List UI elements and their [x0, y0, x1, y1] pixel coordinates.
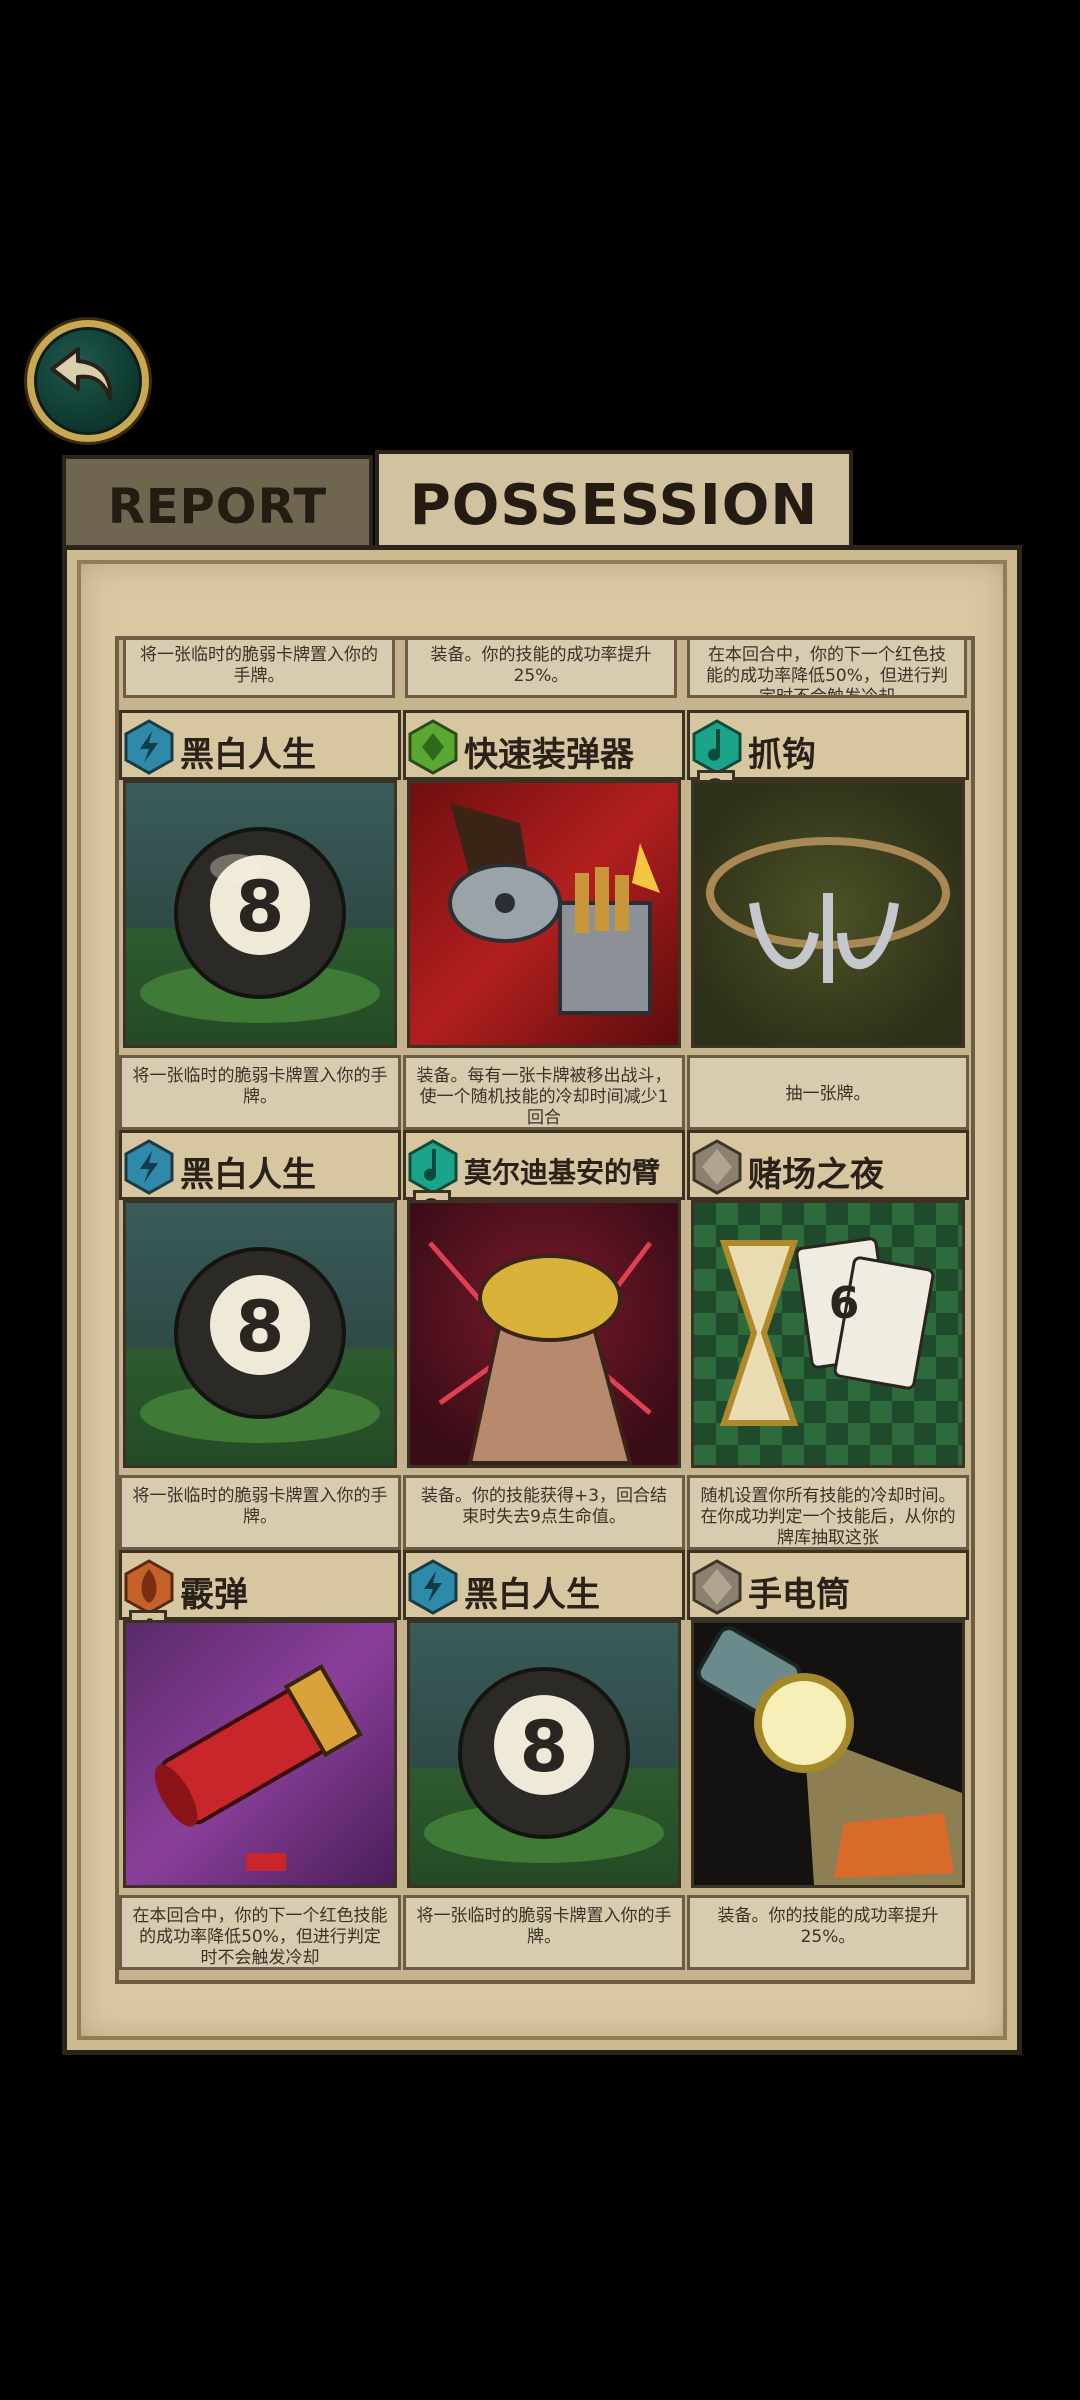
card-title: 黑白人生 [464, 1575, 600, 1615]
svg-text:6: 6 [829, 1278, 860, 1329]
card-art-arm [407, 1200, 681, 1468]
card-title: 手电筒 [748, 1575, 850, 1615]
card-description: 随机设置你所有技能的冷却时间。在你成功判定一个技能后，从你的牌库抽取这张 [687, 1475, 969, 1550]
card-description: 装备。你的技能的成功率提升25%。 [687, 1895, 969, 1970]
teal-music-note-gem-icon [692, 719, 742, 775]
card-description: 在本回合中，你的下一个红色技能的成功率降低50%，但进行判定时不会触发冷却 [119, 1895, 401, 1970]
card-description: 将一张临时的脆弱卡牌置入你的手牌。 [119, 1475, 401, 1550]
card-header: 黑白人生 [403, 1550, 685, 1620]
card-art-flashlight [691, 1620, 965, 1888]
card-art-casino: 6 [691, 1200, 965, 1468]
card-description: 抽一张牌。 [687, 1055, 969, 1130]
svg-text:8: 8 [236, 1286, 285, 1368]
tab-possession-label: POSSESSION [409, 473, 819, 538]
card-header: 黑白人生 [119, 1130, 401, 1200]
card-header: 黑白人生 [119, 710, 401, 780]
card-header: 赌场之夜 [687, 1130, 969, 1200]
card-art-shotgun-shell [123, 1620, 397, 1888]
card-title: 快速装弹器 [464, 735, 634, 775]
card-casino-night[interactable]: 赌场之夜 6 随机设置你所有技能的冷却时间。在你成功判定一个技能后，从你的牌库抽… [687, 1130, 969, 1550]
card-description: 将一张临时的脆弱卡牌置入你的手牌。 [119, 1055, 401, 1130]
teal-music-note-gem-icon [408, 1139, 458, 1195]
card-mordikian-arm[interactable]: 莫尔迪基安的臂 2 装备。你的技能获得+3，回合结束时失去9点生命值。 [403, 1130, 685, 1550]
card-description: 装备。每有一张卡牌被移出战斗，使一个随机技能的冷却时间减少1回合 [403, 1055, 685, 1130]
tab-report[interactable]: REPORT [62, 455, 373, 549]
blue-lightning-gem-icon [124, 719, 174, 775]
card-title: 黑白人生 [180, 1155, 316, 1195]
possession-panel: 将一张临时的脆弱卡牌置入你的手牌。 装备。你的技能的成功率提升25%。 在本回合… [62, 545, 1022, 2055]
card-art-eight-ball: 8 [123, 780, 397, 1048]
partial-card-row: 将一张临时的脆弱卡牌置入你的手牌。 装备。你的技能的成功率提升25%。 在本回合… [119, 640, 971, 710]
card-art-eight-ball: 8 [123, 1200, 397, 1468]
back-button[interactable] [27, 320, 149, 442]
card-black-white-life[interactable]: 黑白人生 8 将一张临时的脆弱卡牌置入你的手牌。 [403, 1550, 685, 1970]
blue-lightning-gem-icon [408, 1559, 458, 1615]
card-black-white-life[interactable]: 黑白人生 8 将一张临时的脆弱卡牌置入你的手牌。 [119, 1130, 401, 1550]
card-description: 在本回合中，你的下一个红色技能的成功率降低50%，但进行判定时不会触发冷却 [687, 640, 967, 698]
card-description: 装备。你的技能获得+3，回合结束时失去9点生命值。 [403, 1475, 685, 1550]
card-art-eight-ball: 8 [407, 1620, 681, 1888]
blue-lightning-gem-icon [124, 1139, 174, 1195]
card-title: 霰弹 [180, 1575, 248, 1615]
card-title: 莫尔迪基安的臂 [464, 1156, 661, 1189]
green-gem-icon [408, 719, 458, 775]
card-speed-loader[interactable]: 快速装弹器 装备。每有一张卡牌被移出战斗，使一个随机技能的冷却时间减少1回合 [403, 710, 685, 1130]
card-header: 快速装弹器 [403, 710, 685, 780]
card-grappling-hook[interactable]: 抓钩 2 抽一张牌。 [687, 710, 969, 1130]
card-title: 黑白人生 [180, 735, 316, 775]
card-shotgun-shell[interactable]: 霰弹 4 在本回合中，你的下一个红色技能的成功率降低50%，但进行判定时不会触发… [119, 1550, 401, 1970]
card-header: 手电筒 [687, 1550, 969, 1620]
card-title: 赌场之夜 [748, 1155, 884, 1195]
orange-gem-icon [124, 1559, 174, 1615]
card-grid[interactable]: 将一张临时的脆弱卡牌置入你的手牌。 装备。你的技能的成功率提升25%。 在本回合… [115, 636, 975, 1984]
gray-gem-icon [692, 1139, 742, 1195]
card-description: 装备。你的技能的成功率提升25%。 [405, 640, 677, 698]
card-art-speed-loader [407, 780, 681, 1048]
card-black-white-life[interactable]: 黑白人生 8 将一张临时的脆弱卡牌置入你的手牌。 [119, 710, 401, 1130]
card-art-grappling-hook [691, 780, 965, 1048]
tab-report-label: REPORT [107, 479, 328, 535]
svg-text:8: 8 [520, 1706, 569, 1788]
card-title: 抓钩 [748, 735, 816, 775]
card-flashlight[interactable]: 手电筒 装备。你的技能的成功率提升25%。 [687, 1550, 969, 1970]
back-arrow-icon [50, 347, 113, 401]
card-description: 将一张临时的脆弱卡牌置入你的手牌。 [403, 1895, 685, 1970]
gray-gem-icon [692, 1559, 742, 1615]
card-description: 将一张临时的脆弱卡牌置入你的手牌。 [123, 640, 395, 698]
